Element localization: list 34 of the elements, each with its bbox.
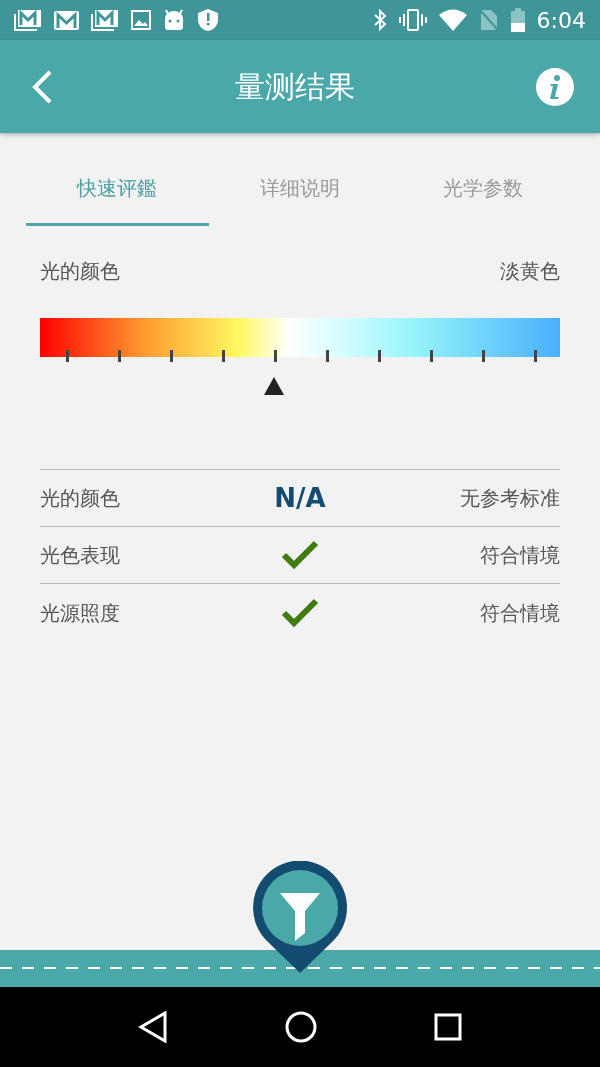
shield-icon	[197, 8, 219, 32]
result-note: 无参考标准	[459, 485, 560, 512]
info-icon[interactable]	[536, 67, 574, 106]
check-icon	[281, 597, 319, 628]
tab[interactable]: 光学参数	[391, 157, 574, 226]
pointer-icon	[264, 377, 284, 395]
image-icon	[131, 10, 151, 30]
result-label: 光的颜色	[40, 485, 121, 512]
result-note: 符合情境	[479, 542, 560, 569]
check-icon	[281, 540, 319, 570]
battery-icon	[510, 8, 525, 32]
recents-nav-icon[interactable]	[433, 1013, 462, 1041]
mail-icon	[14, 9, 42, 31]
result-label: 光源照度	[40, 599, 121, 627]
android-icon	[163, 9, 185, 31]
result-value: N/A	[274, 481, 326, 515]
tab[interactable]: 详细说明	[208, 157, 392, 226]
result-label: 光色表现	[40, 542, 121, 569]
color-label: 光的颜色	[40, 258, 120, 285]
no-sim-icon	[478, 9, 499, 31]
page-title: 量测结果	[234, 68, 356, 105]
filter-button[interactable]	[253, 861, 347, 973]
back-icon[interactable]	[30, 69, 54, 104]
clock-time: 6:04	[536, 6, 586, 35]
tab[interactable]: 快速评鑑	[26, 157, 209, 226]
color-value: 淡黄色	[500, 258, 560, 285]
vibrate-icon	[398, 9, 427, 31]
mail-icon	[54, 10, 79, 30]
result-note: 符合情境	[479, 599, 560, 627]
back-nav-icon[interactable]	[138, 1011, 169, 1043]
wifi-icon	[438, 9, 467, 31]
mail-icon	[91, 9, 119, 31]
bluetooth-icon	[372, 9, 387, 31]
home-nav-icon[interactable]	[285, 1011, 317, 1043]
